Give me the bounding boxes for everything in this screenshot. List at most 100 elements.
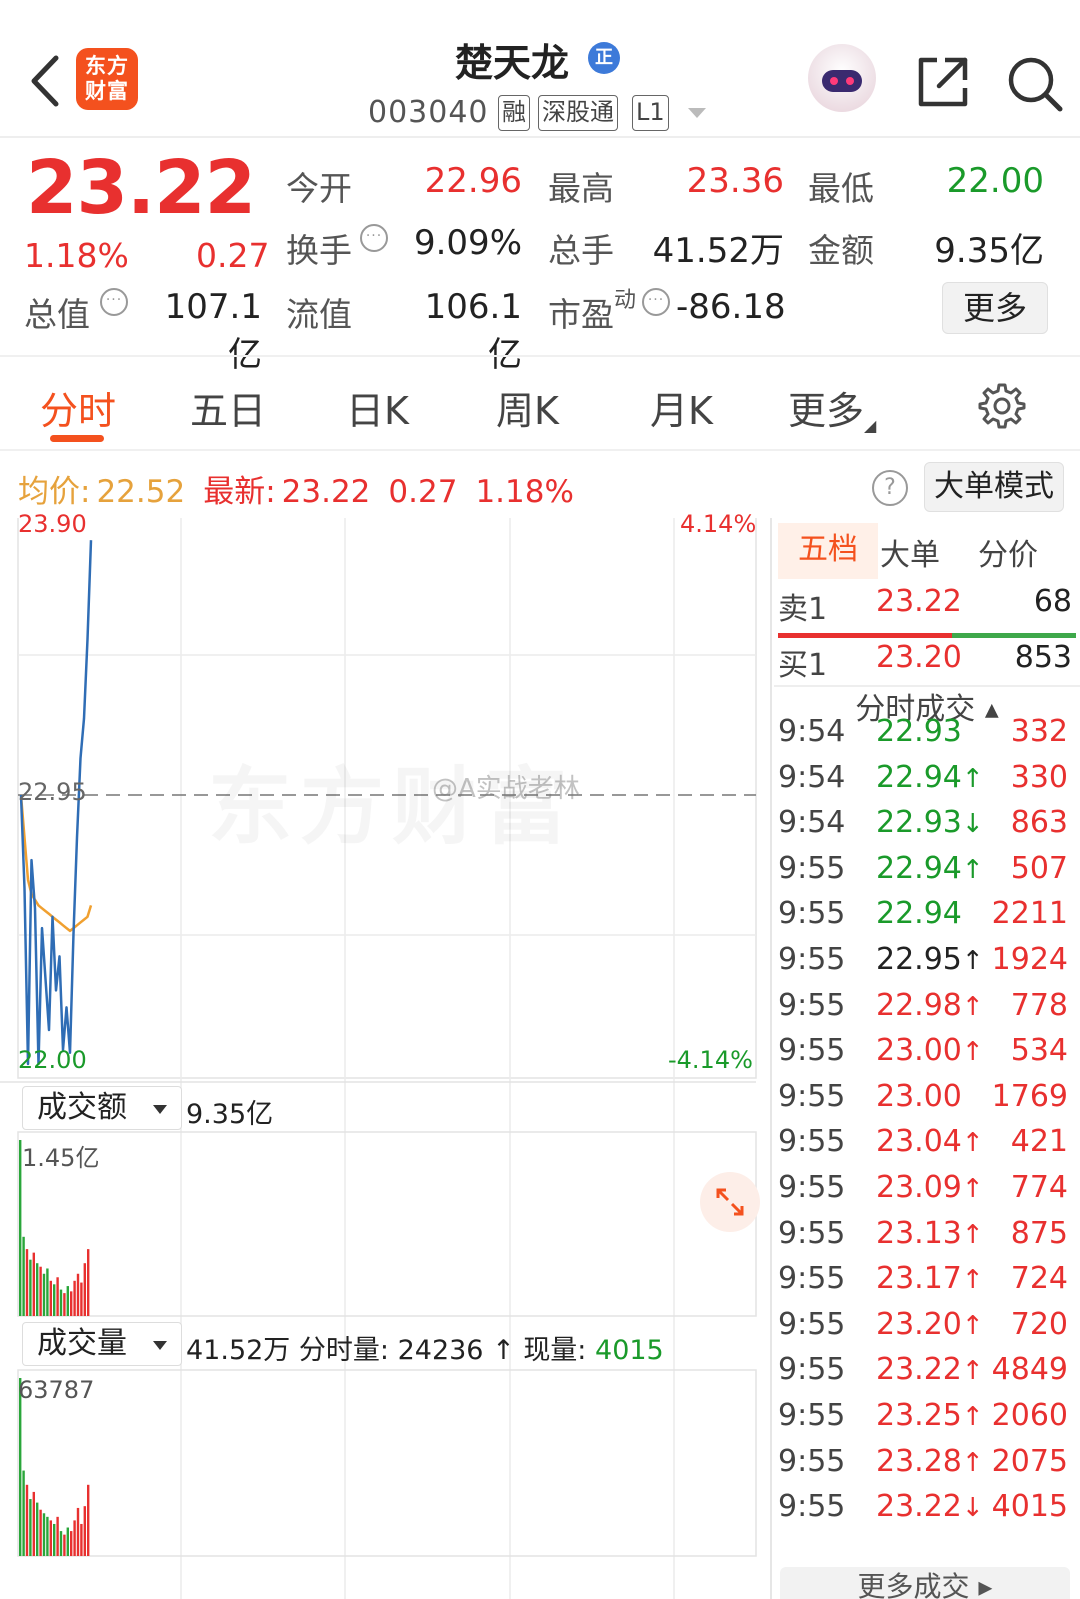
expand-chart-button[interactable] (700, 1172, 760, 1232)
trade-time: 9:55 (778, 1078, 846, 1114)
y-axis-top-label: 23.90 (18, 510, 87, 538)
tab-intraday[interactable]: 分时 (40, 380, 116, 435)
trade-volume: 2060 (991, 1398, 1068, 1433)
trade-direction-icon: ↑ (961, 991, 984, 1022)
trade-direction-icon: ↑ (961, 1356, 984, 1387)
tab-weekly-k[interactable]: 周K (496, 380, 559, 435)
volume-bar (56, 1516, 59, 1556)
change-amount: 0.27 (196, 236, 270, 275)
amount-label: 金额 (808, 231, 874, 270)
trade-time: 9:55 (778, 1443, 846, 1479)
trade-price-value: 22.98 (876, 987, 962, 1023)
trade-volume: 507 (1010, 850, 1068, 886)
volume-bar (42, 1513, 46, 1556)
volume-selector-label: 成交量 (37, 1326, 127, 1361)
trade-volume: 1924 (991, 942, 1068, 977)
amount-bar (32, 1252, 35, 1316)
stock-code: 003040 (368, 95, 489, 130)
trade-price-value: 23.22 (876, 1489, 962, 1525)
more-quote-button[interactable]: 更多 (942, 282, 1048, 334)
volume-bar (46, 1516, 49, 1556)
buy1-label: 买1 (778, 648, 828, 683)
total-mv-info-icon[interactable]: ··· (100, 288, 128, 316)
avg-price-label: 均价: (18, 474, 91, 510)
trade-time: 9:54 (778, 759, 846, 795)
current-volume-label: 现量: (523, 1335, 587, 1366)
trade-volume: 774 (1010, 1170, 1068, 1205)
sell1-price: 23.22 (876, 584, 962, 619)
trade-price-value: 22.93 (876, 805, 962, 841)
trade-row: 9:55 23.04↑ 421 (778, 1124, 1074, 1168)
active-tab-indicator (50, 435, 104, 442)
trade-time: 9:55 (778, 850, 846, 886)
trade-direction-icon: ↓ (961, 809, 984, 840)
trade-volume: 863 (1010, 805, 1068, 841)
change-percent: 1.18% (24, 236, 129, 275)
turnover-info-icon[interactable]: ··· (360, 224, 388, 252)
trade-direction-icon: ↑ (961, 1219, 984, 1250)
search-icon[interactable] (1005, 54, 1065, 114)
trade-time: 9:54 (778, 714, 846, 749)
trade-price-value: 23.28 (876, 1443, 962, 1479)
trade-price: 22.94 (876, 896, 962, 931)
volume-bar (36, 1502, 39, 1556)
intraday-chart[interactable] (0, 518, 772, 1599)
tab-five-level[interactable]: 五档 (778, 523, 878, 579)
volume-max-label: 63787 (18, 1376, 95, 1404)
amount-bar (76, 1273, 80, 1316)
trade-price: 23.00 (876, 1079, 962, 1114)
tab-monthly-k[interactable]: 月K (650, 380, 713, 435)
amount-bar (59, 1289, 63, 1316)
trade-row: 9:55 22.98↑ 778 (778, 988, 1074, 1032)
minute-volume-label: 分时量: (298, 1335, 389, 1366)
amount-bar (73, 1280, 76, 1316)
trade-price-value: 23.09 (876, 1170, 962, 1205)
tab-five-day[interactable]: 五日 (190, 380, 266, 435)
trade-price: 22.94↑ (876, 760, 984, 795)
app-logo[interactable]: 东方财富 (76, 48, 138, 110)
stock-switch-dropdown-icon[interactable] (688, 108, 706, 118)
trade-volume: 4015 (991, 1489, 1068, 1525)
tab-price-distribution[interactable]: 分价 (978, 530, 1038, 574)
latest-change: 0.27 (388, 474, 458, 510)
tab-more[interactable]: 更多◢ (788, 380, 876, 435)
tab-big-order[interactable]: 大单 (880, 530, 940, 574)
minute-volume-value: 24236 (397, 1335, 484, 1366)
volume-bar (83, 1506, 86, 1556)
more-trades-button[interactable]: 更多成交 ▸ (780, 1567, 1070, 1599)
trade-volume: 875 (1010, 1215, 1068, 1251)
trade-time: 9:55 (778, 1261, 846, 1297)
weibo-watermark: @A实战老林 (432, 774, 580, 804)
amount-indicator-selector[interactable]: 成交额 (22, 1086, 182, 1130)
share-icon[interactable] (915, 54, 971, 110)
amount-bar (70, 1291, 73, 1316)
pe-info-icon[interactable]: ··· (642, 288, 670, 316)
latest-label: 最新: (203, 474, 276, 510)
trade-row: 9:55 23.22↑ 4849 (778, 1352, 1074, 1396)
trade-row: 9:55 23.00 1769 (778, 1079, 1074, 1123)
back-arrow-icon[interactable] (26, 52, 66, 110)
total-mv-label: 总值 (24, 295, 90, 334)
amount-bar (25, 1249, 29, 1316)
trade-time: 9:55 (778, 1215, 846, 1251)
trade-time: 9:55 (778, 1170, 846, 1205)
trade-price: 23.20↑ (876, 1307, 984, 1342)
help-icon[interactable]: ? (872, 470, 908, 506)
trade-price-value: 23.17 (876, 1261, 962, 1297)
volume-indicator-selector[interactable]: 成交量 (22, 1322, 182, 1366)
low-label: 最低 (808, 169, 874, 208)
low-value: 22.00 (946, 161, 1044, 201)
trade-time: 9:55 (778, 987, 846, 1023)
volume-bar (80, 1523, 83, 1556)
settings-gear-icon[interactable] (978, 382, 1026, 430)
big-order-mode-button[interactable]: 大单模式 (924, 462, 1064, 512)
trade-direction-icon: ↑ (961, 946, 984, 976)
amount-panel-frame (17, 1131, 757, 1317)
trade-volume: 332 (1010, 714, 1068, 749)
stock-name: 楚天龙 (455, 41, 570, 85)
ai-assistant-robot-icon[interactable] (808, 44, 876, 112)
trade-row: 9:55 22.94↑ 507 (778, 851, 1074, 895)
amount-total: 9.35亿 (186, 1099, 274, 1130)
more-trades-label: 更多成交 (857, 1570, 970, 1599)
tab-daily-k[interactable]: 日K (346, 380, 409, 435)
